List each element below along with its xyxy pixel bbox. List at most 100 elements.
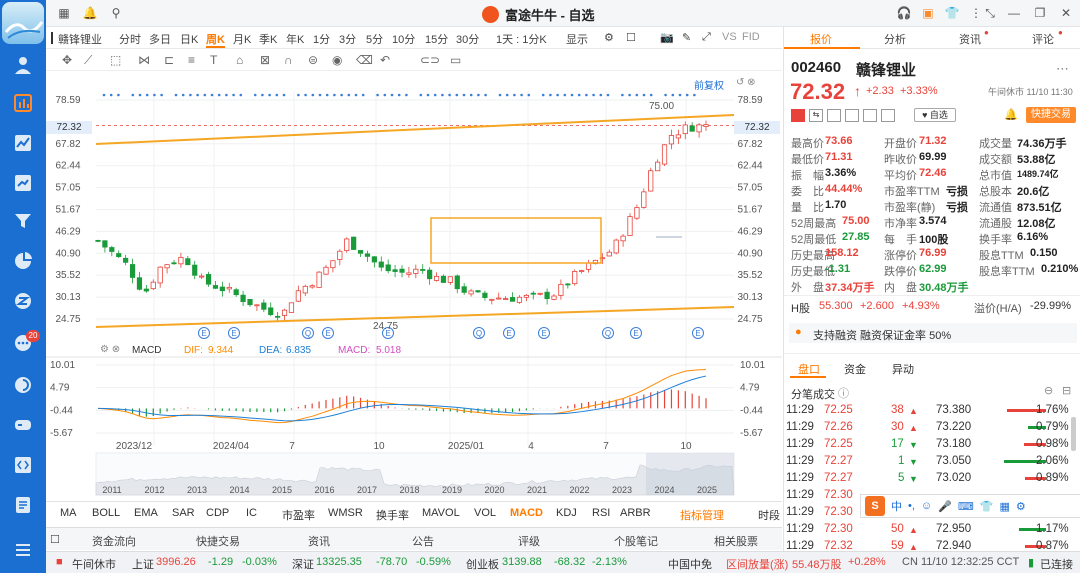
settings-icon[interactable]: ⚙ — [604, 31, 614, 44]
bag-icon[interactable]: ▣ — [920, 5, 936, 21]
maximize-icon[interactable]: ❐ — [1032, 5, 1048, 21]
wave-tool-icon[interactable]: ⋈ — [138, 53, 150, 67]
tab-period[interactable]: 1分 — [313, 31, 330, 47]
link-icon[interactable]: ⊂⊃ — [420, 53, 440, 67]
tick-row[interactable]: 11:29 72.30 50 ▲ 72.950 1.17% — [784, 522, 1080, 539]
tab-movements[interactable]: 异动 — [892, 361, 914, 377]
tab-period[interactable]: 季K — [259, 31, 277, 47]
expand-icon[interactable]: ⤢ — [702, 31, 711, 44]
ime-skin-icon[interactable]: 👕 — [980, 500, 994, 513]
display-menu[interactable]: 显示 — [566, 31, 588, 47]
sh-label[interactable]: 上证 — [132, 556, 154, 572]
indicator-14[interactable]: ARBR — [620, 507, 651, 519]
undo-icon[interactable]: ↶ — [380, 53, 390, 67]
trade-icon[interactable] — [0, 168, 46, 198]
ticks-toggle-icon[interactable]: ⊟ — [1062, 384, 1071, 397]
add-watchlist-button[interactable]: ♥ 自选 — [914, 108, 956, 122]
tick-row[interactable]: 11:29 72.26 30 ▲ 73.220 0.79% — [784, 420, 1080, 437]
bell-icon[interactable]: 🔔 — [82, 5, 98, 21]
bottom-nav-item[interactable]: 相关股票 — [714, 533, 758, 549]
indicator-4[interactable]: CDP — [206, 507, 229, 519]
ime-emoji-icon[interactable]: ☺ — [921, 500, 932, 512]
tick-scrollbar[interactable] — [1071, 417, 1076, 451]
ruler-icon[interactable]: ⊜ — [308, 53, 318, 67]
code-icon[interactable] — [0, 450, 46, 480]
adjust-mode-link[interactable]: 前复权 — [694, 77, 724, 92]
ticks-more-icon[interactable]: ⊖ — [1044, 384, 1053, 397]
tab-period[interactable]: 多日 — [149, 31, 171, 47]
tick-row[interactable]: 11:29 72.25 17 ▼ 73.180 0.98% — [784, 437, 1080, 454]
tick-row[interactable]: 11:29 72.32 59 ▲ 72.940 0.87% — [784, 539, 1080, 553]
trend-channel-drawing[interactable] — [95, 114, 735, 328]
alert-stock[interactable]: 中国中免 — [668, 556, 712, 572]
tab-period[interactable]: 3分 — [339, 31, 356, 47]
indicator-12[interactable]: KDJ — [556, 507, 577, 519]
magnet-icon[interactable]: ∩ — [284, 53, 293, 67]
news-icon[interactable] — [0, 286, 46, 316]
market-trend-icon[interactable] — [0, 128, 46, 158]
menu-icon[interactable] — [0, 535, 46, 565]
grid-icon[interactable]: ▦ — [56, 5, 72, 21]
tag-icon[interactable] — [845, 109, 859, 122]
ime-apps-icon[interactable]: ▦ — [999, 500, 1009, 513]
delete-tool-icon[interactable]: ⊠ — [260, 53, 270, 67]
headset-icon[interactable]: 🎧 — [896, 5, 912, 21]
ime-toolbar[interactable]: S 中 •, ☺ 🎤 ⌨ 👕 ▦ ⚙ — [860, 494, 1080, 518]
minimize-icon[interactable]: — — [1006, 5, 1022, 21]
line-tool-icon[interactable]: ⟋ — [84, 53, 92, 68]
bottom-nav-item[interactable]: 公告 — [412, 533, 434, 549]
kline-chart[interactable]: 78.59 78.59 67.82 67.82 62.44 62.44 57.05 57.05… — [46, 71, 782, 501]
tab-period[interactable]: 日K — [180, 31, 198, 47]
discover-icon[interactable] — [0, 370, 46, 400]
overview-navigator[interactable]: 2011 2012 2013 2014 2015 2016 2017 2018 2019 2020… — [95, 452, 735, 496]
cy-label[interactable]: 创业板 — [466, 556, 499, 572]
lower-trend-line[interactable] — [95, 306, 735, 328]
rect-tool-icon[interactable]: ⬚ — [110, 53, 121, 67]
user-icon[interactable] — [0, 50, 46, 80]
tick-list[interactable]: 11:29 72.25 38 ▲ 73.380 1.76% 11:29 72.26 30 ▲ 73.… — [784, 403, 1080, 553]
session-select[interactable]: 1天 : 1分K — [496, 31, 547, 47]
search-icon[interactable]: ⚲ — [108, 5, 124, 21]
move-icon[interactable]: ✥ — [62, 53, 72, 67]
layers-icon[interactable]: ▭ — [450, 53, 461, 67]
fib-tool-icon[interactable]: ≡ — [188, 53, 195, 67]
tab-period[interactable]: 年K — [286, 31, 304, 47]
macd-name[interactable]: MACD — [132, 345, 161, 356]
bottom-nav-item[interactable]: 个股笔记 — [614, 533, 658, 549]
bottom-nav-item[interactable]: 资金流向 — [92, 533, 136, 549]
tab-period-active[interactable]: 周K — [206, 31, 225, 48]
tab-period[interactable]: 分时 — [119, 31, 141, 47]
vs-button[interactable]: VS — [722, 31, 737, 43]
indicator-0[interactable]: MA — [60, 507, 77, 519]
tab-quote[interactable]: 报价 — [810, 31, 832, 47]
fib-button[interactable]: FID — [742, 31, 760, 43]
more-options-icon[interactable]: ⋯ — [1056, 61, 1069, 77]
compact-icon[interactable]: ⤡ — [982, 5, 998, 21]
tab-period[interactable]: 5分 — [366, 31, 383, 47]
ime-mode[interactable]: 中 — [891, 498, 902, 514]
bottom-nav-item[interactable]: 评级 — [518, 533, 540, 549]
tick-row[interactable]: 11:29 72.25 38 ▲ 73.380 1.76% — [784, 403, 1080, 420]
margin-banner[interactable]: ● 支持融资 融资保证金率 50% — [789, 323, 1077, 343]
bottom-nav-item[interactable]: 资讯 — [308, 533, 330, 549]
text-tool-icon[interactable]: T — [210, 53, 217, 67]
indicator-11[interactable]: MACD — [510, 507, 543, 519]
close-icon[interactable]: ✕ — [1058, 5, 1074, 21]
lock-icon[interactable]: ⌂ — [236, 53, 243, 67]
indicator-15[interactable]: 指标管理 — [680, 507, 724, 523]
tab-news[interactable]: 资讯 — [959, 31, 981, 47]
tab-analysis[interactable]: 分析 — [884, 31, 906, 47]
quick-trade-button[interactable]: 快捷交易 — [1026, 107, 1076, 123]
sz-label[interactable]: 深证 — [292, 556, 314, 572]
indicator-8[interactable]: 换手率 — [376, 507, 409, 523]
checkbox-icon[interactable]: ☐ — [626, 31, 636, 44]
camera-icon[interactable]: 📷 — [660, 31, 674, 44]
tab-orderbook[interactable]: 盘口 — [798, 361, 820, 377]
indicator-5[interactable]: IC — [246, 507, 257, 519]
indicator-9[interactable]: MAVOL — [422, 507, 460, 519]
tab-period[interactable]: 15分 — [425, 31, 448, 47]
erase-icon[interactable]: ⌫ — [356, 53, 373, 67]
ime-settings-icon[interactable]: ⚙ — [1016, 500, 1026, 513]
ime-logo-icon[interactable]: S — [865, 496, 885, 516]
indicator-10[interactable]: VOL — [474, 507, 496, 519]
